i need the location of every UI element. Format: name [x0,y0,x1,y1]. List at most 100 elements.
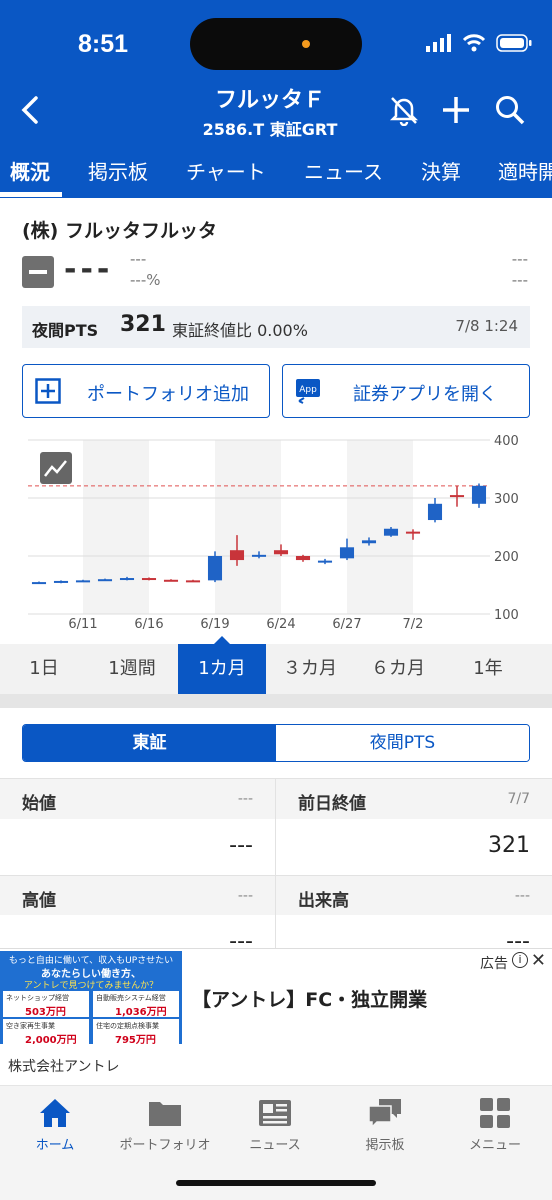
plus-icon [443,97,469,123]
svg-text:App: App [299,385,317,395]
summary-right-1: --- [511,250,528,268]
ad-tile: 空き家再生事業 2,000万円 [3,1019,89,1045]
tab-news[interactable]: ニュース [304,156,383,185]
candle-body [361,540,377,544]
y-tick-label: 300 [494,492,519,507]
candle-body [207,556,223,581]
pts-value: 321 [120,312,166,337]
candle-body [229,550,245,561]
status-icons [426,34,532,52]
open-value-cell: --- [0,819,275,875]
x-tick-label: 6/27 [332,617,361,632]
page-title: フルッタＦ [214,88,325,113]
period-1m[interactable]: 1カ月 [178,644,266,694]
x-tick-label: 6/11 [68,617,97,632]
back-button[interactable] [10,90,50,130]
y-tick-label: 100 [494,608,519,623]
candle-body [31,582,47,585]
period-1y[interactable]: 1年 [444,644,532,694]
prev-close-header: 前日終値 7/7 [276,779,552,819]
x-tick-label: 6/19 [200,617,229,632]
ad-sponsor-name: 株式会社アントレ [8,1059,120,1075]
prev-close-label: 前日終値 [298,794,366,814]
price-change: --- [130,250,147,268]
add-square-icon [35,378,61,404]
search-icon [496,96,525,125]
chart-band [281,440,347,614]
search-button[interactable] [490,90,530,130]
ad-label: 広告 [480,956,508,972]
period-1w[interactable]: 1週間 [88,644,176,694]
nav-portfolio[interactable]: ポートフォリオ [110,1086,220,1166]
app-header: フルッタＦ 2586.T 東証GRT [0,80,552,148]
ad-tile: ネットショップ経営 503万円 [3,991,89,1018]
tab-chart[interactable]: チャート [186,156,266,185]
open-app-label: 証券アプリを開く [353,384,497,405]
home-indicator [176,1180,376,1186]
ad-tile-title: ネットショップ経営 [6,994,69,1002]
nav-menu[interactable]: メニュー [440,1086,550,1166]
y-tick-label: 200 [494,550,519,565]
chart-band [215,440,281,614]
ad-banner[interactable]: もっと自由に働いて、収入もUPさせたい あなたらしい働き方、 アントレで見つけて… [0,948,552,1045]
prev-close-date: 7/7 [507,791,530,807]
period-3m[interactable]: ３カ月 [266,644,354,694]
candle-body [471,485,487,504]
market-pts-option[interactable]: 夜間PTS [276,725,529,761]
grid-menu-icon [480,1098,510,1128]
ad-tile: 自動販売システム経営 1,036万円 [93,991,179,1018]
candle-body [317,560,333,563]
chart-type-button[interactable] [40,452,72,484]
candle-body [53,580,69,583]
open-securities-app-button[interactable]: App 証券アプリを開く [282,364,530,418]
nav-board[interactable]: 掲示板 [330,1086,440,1166]
pts-datetime: 7/8 1:24 [455,317,518,335]
candle-body [383,528,399,536]
pts-compare: 東証終値比 0.00% [172,321,308,340]
tab-overview[interactable]: 概況 [10,156,50,185]
price-chart: 6/11 6/16 6/19 6/24 6/27 7/2 400 300 200 100 [28,434,519,632]
app-icon: App [296,379,320,404]
period-1d[interactable]: 1日 [0,644,88,694]
tab-earnings[interactable]: 決算 [421,156,461,185]
add-portfolio-button[interactable]: ポートフォリオ追加 [22,364,270,418]
volume-header: 出来高 --- [276,875,552,915]
candle-body [405,531,421,534]
nav-news[interactable]: ニュース [220,1086,330,1166]
alert-off-button[interactable] [384,90,424,130]
add-button[interactable] [436,90,476,130]
ad-close-icon[interactable]: ✕ [531,950,546,971]
ad-info-icon[interactable]: i [512,952,528,968]
ad-image[interactable]: もっと自由に働いて、収入もUPさせたい あなたらしい働き方、 アントレで見つけて… [0,951,182,1045]
nav-board-label: 掲示板 [365,1138,405,1153]
market-toggle: 東証 夜間PTS [22,724,530,762]
nav-home[interactable]: ホーム [0,1086,110,1166]
ad-tile-title: 空き家再生事業 [6,1022,55,1030]
ad-tile-title: 住宅の定期点検事業 [96,1022,159,1030]
candle-body [163,579,179,582]
high-date: --- [237,888,253,904]
chat-icon [368,1099,401,1129]
tab-board[interactable]: 掲示板 [88,156,148,185]
bell-off-icon [389,97,419,126]
market-tse-option[interactable]: 東証 [23,725,276,761]
chart-band [83,440,149,614]
candle-body [339,547,355,559]
pts-label: 夜間PTS [32,321,99,340]
nav-news-label: ニュース [249,1138,301,1153]
ad-image-line3: アントレで見つけてみませんか？ [23,981,159,991]
high-label: 高値 [22,891,56,911]
ad-headline[interactable]: 【アントレ】FC・独立開業 [192,985,427,1012]
price-change-percent: ---% [130,271,161,289]
home-icon [40,1099,70,1127]
ad-tile: 住宅の定期点検事業 795万円 [93,1019,179,1045]
chart-band [149,440,215,614]
candle-body [251,554,267,557]
period-6m[interactable]: ６カ月 [354,644,442,694]
status-bar: 8:51 [0,0,552,80]
volume-date: --- [514,888,530,904]
ad-tile-value: 503万円 [25,1007,66,1018]
tab-disclosure[interactable]: 適時開 [498,156,552,185]
chart-band [413,440,490,614]
unchanged-icon [22,256,54,288]
